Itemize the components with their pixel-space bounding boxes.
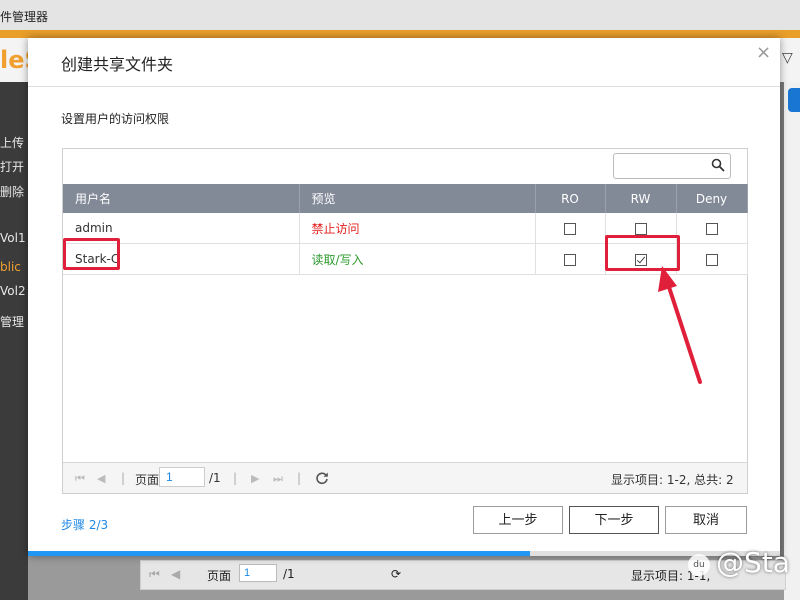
annotation-arrow [658,266,702,384]
watermark-logo-icon: du [688,554,710,576]
watermark: @Sta [716,546,790,579]
